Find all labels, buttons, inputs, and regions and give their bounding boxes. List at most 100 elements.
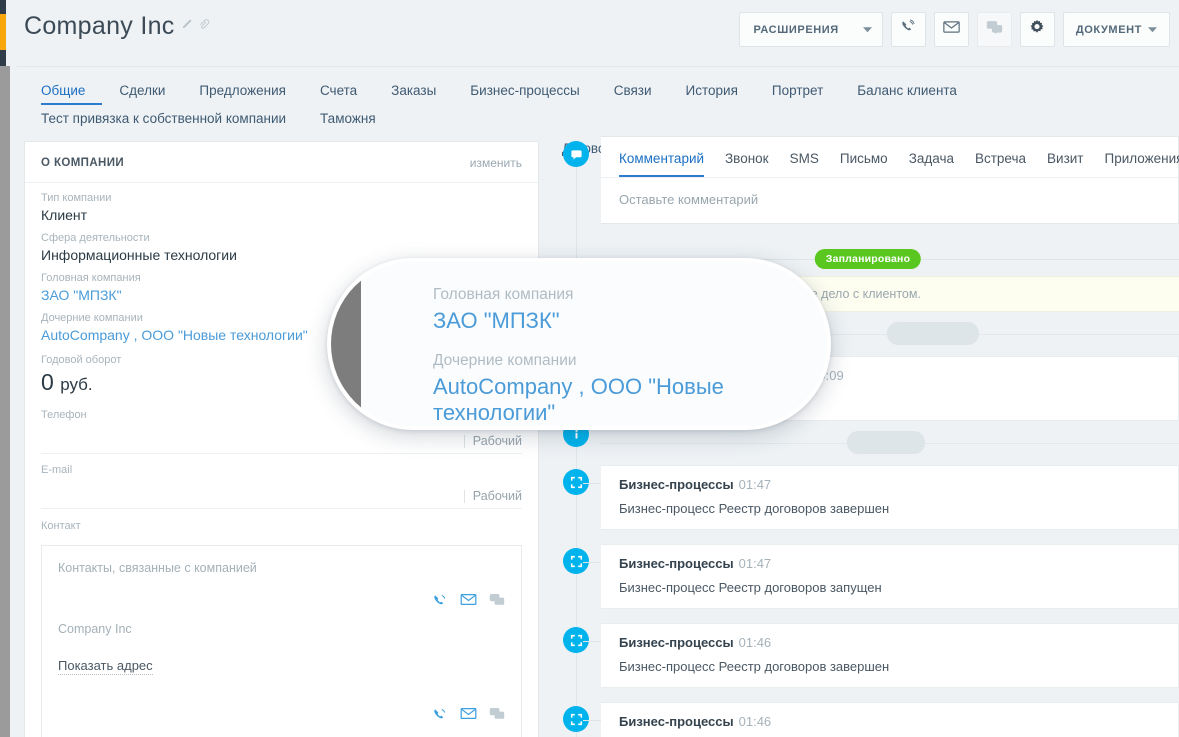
tab-9[interactable]: Портрет (772, 77, 840, 105)
activity-tab-8[interactable]: Приложения (1105, 147, 1179, 177)
tab-2[interactable]: Сделки (119, 77, 182, 105)
tab-label: Баланс клиента (857, 83, 957, 98)
event-wrap: Бизнес-процессы 01:47 Бизнес-процесс Реест… (557, 544, 1179, 609)
mail-icon[interactable] (460, 707, 477, 728)
tab-8[interactable]: История (686, 77, 755, 105)
page-body: О КОМПАНИИ изменить Тип компании Клиент … (17, 136, 1179, 737)
entity-tabs: Общие Сделки Предложения Счета Заказы Бизнес-… (17, 66, 1179, 184)
event-time: 01:46 (738, 635, 772, 650)
mail-button[interactable] (933, 12, 969, 47)
field-label: Контакт (41, 520, 81, 532)
about-company-card: О КОМПАНИИ изменить Тип компании Клиент … (24, 141, 539, 737)
rail-dark-lower (0, 50, 6, 66)
edit-link[interactable]: изменить (470, 156, 522, 170)
document-label: ДОКУМЕНТ (1075, 23, 1142, 36)
turnover-number: 0 (41, 369, 54, 395)
activity-tab-7[interactable]: Визит (1047, 147, 1083, 177)
event-item[interactable]: Бизнес-процессы 01:47 Бизнес-процесс Реест… (583, 465, 1179, 530)
call-button[interactable] (890, 12, 926, 47)
event-item[interactable]: Бизнес-процессы 01:46 Бизнес-процесс Реест… (583, 623, 1179, 688)
document-button[interactable]: ДОКУМЕНТ (1062, 12, 1170, 47)
phone-type-label: Рабочий (472, 434, 522, 448)
field-email: E-mail (25, 454, 538, 483)
activity-tab-4[interactable]: Письмо (840, 147, 888, 177)
event-item[interactable]: Бизнес-процессы 01:47 Бизнес-процесс Реест… (583, 544, 1179, 609)
mail-icon (943, 20, 960, 39)
rail-orange-accent (0, 14, 6, 50)
activity-composer: Комментарий Звонок SMS Письмо Задача Встреча В… (557, 136, 1179, 224)
tab-6[interactable]: Бизнес-процессы (470, 77, 596, 105)
event-list: Бизнес-процессы 01:47 Бизнес-процесс Реест… (557, 465, 1179, 737)
contact-entry: Company IncПоказать адрес (42, 689, 521, 737)
tab-4[interactable]: Счета (320, 77, 374, 105)
comment-input[interactable]: Оставьте комментарий (601, 178, 1178, 223)
tab-5[interactable]: Заказы (391, 77, 453, 105)
contacts-caption: Контакты, связанные с компанией (58, 561, 257, 575)
mail-icon[interactable] (460, 593, 477, 614)
field-industry: Сфера деятельности Информационные технол… (25, 223, 538, 263)
call-icon[interactable] (432, 593, 448, 614)
business-process-icon (563, 469, 589, 495)
chevron-down-icon[interactable] (853, 26, 882, 33)
business-process-icon (563, 548, 589, 574)
tab-label: Портрет (771, 83, 824, 98)
activity-tab-3[interactable]: SMS (790, 147, 819, 177)
page-header: Company Inc РАСШИРЕНИЯ ДОКУМЕНТ (17, 0, 1179, 66)
tab-7[interactable]: Связи (614, 77, 669, 105)
paperclip-icon[interactable] (198, 18, 210, 36)
tab-3[interactable]: Предложения (199, 77, 303, 105)
event-wrap: Бизнес-процессы 01:47 Бизнес-процесс Реест… (557, 465, 1179, 530)
event-title: Бизнес-процессы 01:46 (619, 714, 1178, 729)
chat-icon[interactable] (489, 593, 505, 614)
call-icon (900, 19, 916, 40)
header-toolbar: РАСШИРЕНИЯ ДОКУМЕНТ (739, 12, 1170, 47)
email-type-row: Рабочий (25, 483, 538, 503)
lens-fields: Головная компания ЗАО "МПЗК" Дочерние ко… (433, 286, 827, 426)
business-process-icon (563, 706, 589, 732)
call-icon[interactable] (432, 707, 448, 728)
composer-box: Комментарий Звонок SMS Письмо Задача Встреча В… (601, 136, 1179, 224)
turnover-unit: руб. (60, 375, 93, 394)
contact-entry: Company IncПоказать адрес (42, 575, 521, 689)
chat-icon[interactable] (489, 707, 505, 728)
activity-tab-6[interactable]: Встреча (975, 147, 1026, 177)
event-time: 01:47 (738, 477, 772, 492)
chevron-down-icon (1148, 24, 1157, 36)
pencil-icon[interactable] (180, 18, 193, 36)
tab-10[interactable]: Баланс клиента (857, 77, 974, 105)
show-address-link[interactable]: Показать адрес (58, 658, 153, 675)
comment-bubble-icon (563, 141, 589, 167)
rail-scroll-strip[interactable] (0, 66, 10, 737)
email-type-label: Рабочий (472, 489, 522, 503)
about-card-header: О КОМПАНИИ изменить (25, 142, 538, 183)
field-label: E-mail (41, 464, 73, 476)
crm-company-page: Company Inc РАСШИРЕНИЯ ДОКУМЕНТ Общие Сд… (0, 0, 1179, 737)
tab-12[interactable]: Таможня (320, 105, 393, 133)
activity-tab-2[interactable]: Звонок (725, 147, 769, 177)
event-item[interactable]: Бизнес-процессы 01:46 (583, 702, 1179, 737)
event-text: Бизнес-процесс Реестр договоров завершен (619, 501, 890, 516)
chat-button[interactable] (976, 12, 1012, 47)
lens-rail-strip (331, 262, 361, 426)
event-title-text: Бизнес-процессы (619, 635, 734, 650)
field-label: Тип компании (41, 192, 112, 204)
activity-tab-5[interactable]: Задача (909, 147, 954, 177)
day-pill (847, 431, 925, 454)
tab-11[interactable]: Тест привязка к собственной компании (41, 105, 303, 133)
divider (463, 434, 465, 448)
lens-content: Головная компания ЗАО "МПЗК" Дочерние ко… (361, 262, 827, 426)
extensions-button[interactable]: РАСШИРЕНИЯ (739, 12, 883, 47)
event-time: 01:47 (738, 556, 772, 571)
settings-button[interactable] (1019, 12, 1055, 47)
extensions-label: РАСШИРЕНИЯ (753, 23, 839, 36)
tab-label: Счета (319, 83, 358, 98)
activity-tab-1[interactable]: Комментарий (619, 147, 705, 177)
event-title: Бизнес-процессы 01:46 (619, 635, 1178, 650)
event-title: Бизнес-процессы 01:47 (619, 477, 1178, 492)
event-text: Бизнес-процесс Реестр договоров завершен (619, 659, 890, 674)
field-company-type: Тип компании Клиент (25, 183, 538, 223)
tab-1[interactable]: Общие (41, 77, 103, 105)
